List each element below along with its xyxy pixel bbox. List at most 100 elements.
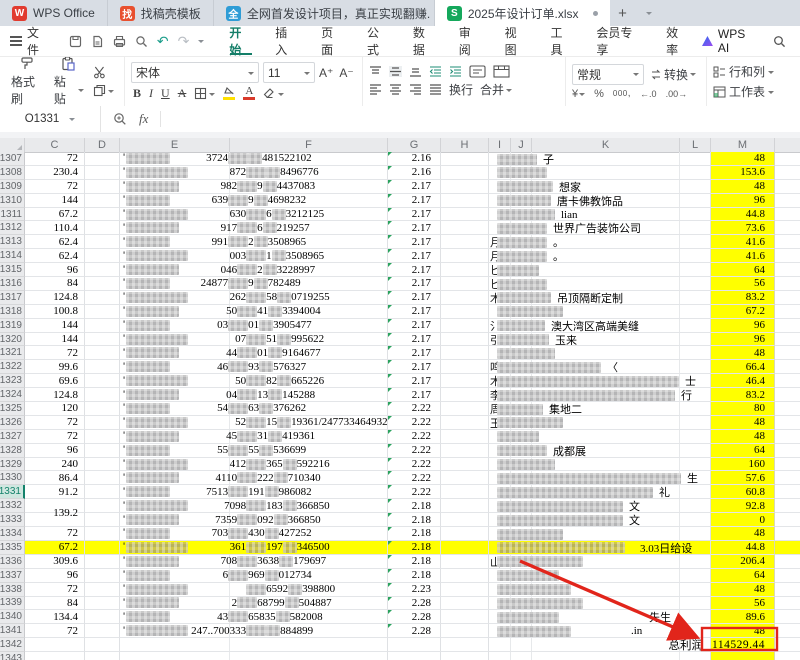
cell-C[interactable]: 139.2 (25, 499, 85, 519)
cell-N[interactable] (775, 652, 800, 660)
cell-EF-zone[interactable]: ' 04 13 145288 (120, 388, 388, 403)
cell-EF-zone[interactable]: ' 07 51 995622 (120, 332, 388, 347)
cell-C[interactable]: 72 (25, 346, 85, 361)
cell-IJKL-zone[interactable] (489, 346, 711, 361)
thousands-button[interactable]: 000, (613, 88, 631, 99)
cell-M[interactable]: 96 (711, 332, 775, 347)
tab-member[interactable]: 会员专享 (585, 26, 655, 57)
cell-G[interactable] (388, 652, 441, 660)
clear-format-button[interactable] (263, 88, 285, 99)
cell-D[interactable] (85, 346, 120, 361)
wps-ai-button[interactable]: WPS AI (701, 27, 759, 55)
cell-IJKL-zone[interactable]: 木吊顶隔断定制 (489, 290, 711, 305)
cell-M[interactable]: 96 (711, 193, 775, 208)
cell-D[interactable] (85, 499, 120, 514)
select-all-corner[interactable] (0, 138, 25, 152)
cell-G[interactable]: 2.22 (388, 415, 441, 430)
cell-C[interactable]: 84 (25, 596, 85, 611)
cell-H[interactable] (441, 596, 489, 611)
print-icon[interactable] (113, 35, 126, 48)
align-middle-icon[interactable] (389, 66, 402, 77)
cell-M[interactable]: 67.2 (711, 304, 775, 319)
cell-D[interactable] (85, 249, 120, 264)
cell-H[interactable] (441, 388, 489, 403)
cell-C[interactable]: 144 (25, 193, 85, 208)
cell-G[interactable]: 2.17 (388, 179, 441, 194)
row-header[interactable]: 1335 (0, 540, 25, 555)
borders-button[interactable] (194, 87, 216, 100)
row-header[interactable]: 1310 (0, 193, 25, 208)
cell-G[interactable]: 2.23 (388, 582, 441, 597)
decrease-indent-icon[interactable] (429, 66, 442, 77)
cell-H[interactable] (441, 624, 489, 639)
cell-N[interactable] (775, 485, 800, 500)
cell-G[interactable]: 2.17 (388, 360, 441, 375)
rows-cols-button[interactable]: 行和列 (713, 63, 775, 80)
cell-C[interactable]: 62.4 (25, 249, 85, 264)
cell-H[interactable] (441, 193, 489, 208)
cell-G[interactable]: 2.18 (388, 527, 441, 541)
row-header[interactable]: 1308 (0, 165, 25, 180)
paste-button[interactable]: 粘贴 (49, 57, 89, 106)
cell-EF-zone[interactable]: ' 3724 481522102 (120, 152, 388, 166)
cell-C[interactable]: 124.8 (25, 388, 85, 403)
cell-G[interactable]: 2.17 (388, 346, 441, 361)
cell-N[interactable] (775, 583, 800, 597)
cell-M[interactable]: 0 (711, 513, 775, 528)
cell-D[interactable] (85, 568, 120, 583)
cell-C[interactable]: 62.4 (25, 235, 85, 250)
cell-IJKL-zone[interactable]: 总利润 (489, 638, 711, 653)
cell-C[interactable]: 72 (25, 624, 85, 639)
row-header[interactable]: 1342 (0, 638, 25, 653)
row-header[interactable]: 1332 (0, 499, 25, 514)
cell-D[interactable] (85, 374, 120, 389)
cell-G[interactable]: 2.22 (388, 443, 441, 458)
cell-H[interactable] (441, 443, 489, 458)
cell-G[interactable] (388, 638, 441, 653)
increase-font-button[interactable]: A⁺ (319, 66, 333, 80)
cell-C[interactable]: 67.2 (25, 540, 85, 555)
cell-N[interactable] (775, 430, 800, 444)
cell-N[interactable] (775, 180, 800, 194)
cell-N[interactable] (775, 305, 800, 319)
cell-EF-zone[interactable]: ' 6 969 012734 (120, 568, 388, 583)
cell-M[interactable]: 73.6 (711, 221, 775, 236)
row-header[interactable]: 1317 (0, 290, 25, 305)
cell-H[interactable] (441, 249, 489, 264)
cell-EF-zone[interactable]: ' 7513 191 986082 (120, 485, 388, 500)
cell-EF-zone[interactable]: ' 7098 183 366850 (120, 499, 388, 514)
align-bottom-icon[interactable] (409, 66, 422, 77)
cell-M[interactable]: 64 (711, 568, 775, 583)
cell-G[interactable]: 2.18 (388, 513, 441, 528)
cell-N[interactable] (775, 499, 800, 514)
cell-IJKL-zone[interactable] (489, 165, 711, 180)
tab-efficiency[interactable]: 效率 (655, 26, 701, 57)
cell-EF-zone[interactable]: ' 44 01 9164677 (120, 346, 388, 361)
row-header[interactable]: 1309 (0, 179, 25, 194)
cell-M[interactable]: 57.6 (711, 471, 775, 486)
cell-IJKL-zone[interactable]: 想家 (489, 179, 711, 194)
cell-IJKL-zone[interactable]: 礼 (489, 485, 711, 500)
cell-G[interactable]: 2.18 (388, 499, 441, 514)
cell-N[interactable] (775, 527, 800, 541)
cell-M[interactable]: 56 (711, 277, 775, 291)
cell-C[interactable]: 86.4 (25, 471, 85, 486)
cell-D[interactable] (85, 152, 120, 166)
cell-IJKL-zone[interactable] (489, 429, 711, 444)
cell-D[interactable] (85, 360, 120, 375)
cell-M[interactable]: 48 (711, 179, 775, 194)
cell-N[interactable] (775, 597, 800, 611)
cell-H[interactable] (441, 290, 489, 305)
col-header-G[interactable]: G (388, 138, 441, 152)
cell-C[interactable]: 230.4 (25, 165, 85, 180)
cell-D[interactable] (85, 554, 120, 569)
cell-H[interactable] (441, 513, 489, 528)
cell-M[interactable]: 83.2 (711, 290, 775, 305)
cell-D[interactable] (85, 290, 120, 305)
cell-G[interactable]: 2.17 (388, 277, 441, 291)
cell-M[interactable]: 92.8 (711, 499, 775, 514)
cell-D[interactable] (85, 263, 120, 278)
cell-G[interactable]: 2.16 (388, 165, 441, 180)
cell-G[interactable]: 2.17 (388, 263, 441, 278)
cell-N[interactable] (775, 208, 800, 222)
